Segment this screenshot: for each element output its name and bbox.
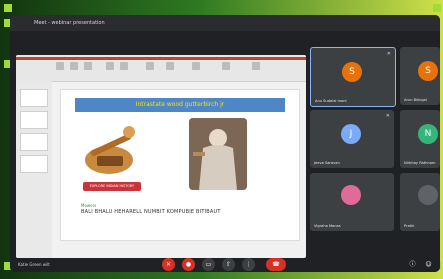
powerpoint-ribbon xyxy=(16,55,306,82)
ribbon-accent xyxy=(16,57,306,60)
mic-button[interactable]: ✕ xyxy=(162,258,175,271)
ribbon-icon[interactable] xyxy=(146,62,154,70)
more-options-button[interactable]: ⋮ xyxy=(242,258,255,271)
participant-avatar: S xyxy=(342,62,362,82)
people-icon[interactable]: ☺ xyxy=(422,258,435,271)
decorative-square xyxy=(4,4,12,12)
window-title: Meet - webinar presentation xyxy=(10,15,440,31)
participant-tile[interactable]: S Anu Sudalai mani ✕ xyxy=(310,47,396,107)
participant-name: Vigraha Manas xyxy=(314,224,341,228)
participant-avatar: N xyxy=(418,124,438,144)
meeting-controls-bar: Katie Green wilt ✕ ● ▭ ⇧ ⋮ ☎ ⓘ ☺ xyxy=(10,258,440,272)
slide-thumbnails xyxy=(16,81,52,258)
mic-off-icon: ✕ xyxy=(386,51,391,57)
slide-caption-text: BALI BHALU HEHARELL NUMBIT KOMPUBIE BITI… xyxy=(81,209,221,215)
participant-tile[interactable]: Vigraha Manas xyxy=(310,173,394,231)
captions-button[interactable]: ▭ xyxy=(202,258,215,271)
participant-avatar: S xyxy=(418,61,438,81)
participant-avatar: J xyxy=(341,124,361,144)
camera-button[interactable]: ● xyxy=(182,258,195,271)
participant-tile[interactable]: Pratik xyxy=(400,173,440,231)
present-button[interactable]: ⇧ xyxy=(222,258,235,271)
ribbon-icon[interactable] xyxy=(70,62,78,70)
slide-thumbnail[interactable] xyxy=(20,89,48,107)
ribbon-icon[interactable] xyxy=(56,62,64,70)
ribbon-icon[interactable] xyxy=(120,62,128,70)
participant-name: Arun Bilingal xyxy=(404,98,427,102)
participant-avatar xyxy=(341,185,361,205)
ribbon-icon[interactable] xyxy=(84,62,92,70)
shared-screen: Intrastate wood gutterbirch jr EXPLORE I… xyxy=(16,55,306,258)
ribbon-icon[interactable] xyxy=(192,62,200,70)
current-slide: Intrastate wood gutterbirch jr EXPLORE I… xyxy=(60,89,300,241)
info-icon[interactable]: ⓘ xyxy=(406,258,419,271)
slide-thumbnail[interactable] xyxy=(20,111,48,129)
presenter-label: Katie Green wilt xyxy=(18,262,50,267)
participant-name: Anu Sudalai mani xyxy=(315,99,347,103)
ribbon-icon[interactable] xyxy=(252,62,260,70)
ribbon-icon[interactable] xyxy=(222,62,230,70)
participant-name: Pratik xyxy=(404,224,415,228)
participant-avatar xyxy=(418,185,438,205)
ribbon-icon[interactable] xyxy=(106,62,114,70)
slide-thumbnail[interactable] xyxy=(20,133,48,151)
meeting-window: Meet - webinar presentation Intrastate w… xyxy=(10,15,440,272)
participant-name: Nirbhay Rathnam xyxy=(404,161,436,165)
participant-tile[interactable]: N Nirbhay Rathnam xyxy=(400,110,440,168)
performer-image xyxy=(189,118,247,190)
ribbon-icon[interactable] xyxy=(166,62,174,70)
trumpet-image xyxy=(79,120,141,182)
image-tag: EXPLORE INDIAN HISTORY xyxy=(83,182,141,191)
decorative-square xyxy=(433,4,441,12)
participant-tile[interactable]: S Arun Bilingal xyxy=(400,47,440,105)
mic-off-icon: ✕ xyxy=(385,113,390,119)
leave-call-button[interactable]: ☎ xyxy=(266,258,286,271)
slide-title: Intrastate wood gutterbirch jr xyxy=(75,98,285,112)
participant-tile[interactable]: J Jeeva Saravan ✕ xyxy=(310,110,394,168)
slide-thumbnail[interactable] xyxy=(20,155,48,173)
slide-caption-label: Mowers xyxy=(81,203,97,208)
participant-name: Jeeva Saravan xyxy=(314,161,340,165)
